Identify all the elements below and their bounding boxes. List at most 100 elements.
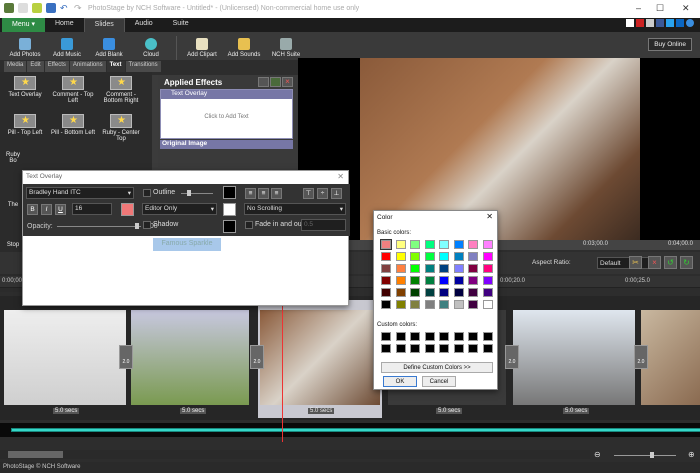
- basic-color-swatch[interactable]: [453, 300, 464, 309]
- buy-online-button[interactable]: Buy Online: [648, 38, 692, 51]
- transition-marker[interactable]: 2.0: [634, 345, 648, 369]
- custom-color-swatch[interactable]: [468, 344, 478, 353]
- custom-color-swatch[interactable]: [381, 332, 391, 341]
- slide-clip[interactable]: [641, 310, 700, 405]
- twitter-icon[interactable]: [666, 19, 674, 27]
- custom-color-swatch[interactable]: [410, 332, 420, 341]
- basic-color-swatch[interactable]: [381, 264, 391, 273]
- custom-color-swatch[interactable]: [453, 332, 464, 341]
- effect-pill-top-left[interactable]: Pill - Top Left: [2, 114, 48, 136]
- basic-color-swatch[interactable]: [439, 288, 449, 297]
- tab-audio[interactable]: Audio: [125, 18, 163, 32]
- basic-color-swatch[interactable]: [424, 276, 435, 285]
- effect-comment-top-left[interactable]: Comment - Top Left: [50, 76, 96, 104]
- outline-checkbox[interactable]: [143, 189, 151, 197]
- fade-duration-input[interactable]: 0.5: [301, 219, 346, 231]
- effect-the[interactable]: The: [2, 202, 24, 208]
- add-photos-button[interactable]: Add Photos: [4, 38, 46, 60]
- scrolling-select[interactable]: No Scrolling ▾: [244, 203, 346, 215]
- shadow-checkbox[interactable]: [143, 221, 151, 229]
- help-icon[interactable]: [686, 19, 694, 27]
- opacity-slider[interactable]: [57, 226, 141, 227]
- zoom-in-icon[interactable]: ⊕: [688, 450, 695, 459]
- rotate-left-icon[interactable]: ↺: [664, 256, 677, 269]
- align-right-icon[interactable]: ≡: [271, 188, 282, 199]
- slide-clip[interactable]: [4, 310, 126, 405]
- transition-marker[interactable]: 2.0: [119, 345, 133, 369]
- zoom-slider[interactable]: [614, 455, 676, 456]
- basic-color-swatch[interactable]: [439, 252, 449, 261]
- basic-color-swatch[interactable]: [410, 240, 420, 249]
- close-button[interactable]: ✕: [682, 3, 690, 14]
- basic-color-swatch[interactable]: [453, 240, 464, 249]
- slide-clip[interactable]: [513, 310, 635, 405]
- basic-color-swatch[interactable]: [395, 288, 406, 297]
- basic-color-swatch[interactable]: [468, 300, 478, 309]
- cancel-button[interactable]: Cancel: [422, 376, 456, 387]
- define-custom-colors-button[interactable]: Define Custom Colors >>: [381, 362, 493, 373]
- basic-color-swatch[interactable]: [439, 264, 449, 273]
- transition-marker[interactable]: 2.0: [250, 345, 264, 369]
- move-effect-icon[interactable]: [258, 77, 269, 87]
- custom-color-swatch[interactable]: [439, 344, 449, 353]
- outline-slider[interactable]: [181, 193, 213, 194]
- tab-home[interactable]: Home: [45, 18, 84, 32]
- italic-button[interactable]: I: [41, 204, 52, 215]
- preview-timeline-ruler[interactable]: 0:03;00.0 0:04;00.0: [298, 240, 700, 250]
- tab-menu[interactable]: Menu ▾: [2, 18, 45, 32]
- basic-color-swatch[interactable]: [381, 288, 391, 297]
- align-left-icon[interactable]: ≡: [245, 188, 256, 199]
- delete-effect-icon[interactable]: ×: [282, 77, 293, 87]
- delete-icon[interactable]: ×: [648, 256, 661, 269]
- opacity-slider-knob[interactable]: [135, 223, 139, 229]
- basic-color-swatch[interactable]: [468, 288, 478, 297]
- text-color-swatch[interactable]: [121, 203, 134, 216]
- ok-button[interactable]: OK: [383, 376, 417, 387]
- zoom-slider-knob[interactable]: [650, 452, 654, 458]
- basic-color-swatch[interactable]: [453, 252, 464, 261]
- basic-color-swatch[interactable]: [439, 300, 449, 309]
- basic-color-swatch[interactable]: [482, 240, 493, 249]
- bold-button[interactable]: B: [27, 204, 38, 215]
- basic-color-swatch[interactable]: [453, 288, 464, 297]
- basic-color-swatch[interactable]: [439, 276, 449, 285]
- basic-color-swatch[interactable]: [468, 264, 478, 273]
- tab-transitions[interactable]: Transitions: [125, 61, 161, 72]
- tab-effects[interactable]: Effects: [44, 61, 69, 72]
- save-icon[interactable]: [46, 3, 56, 13]
- cloud-button[interactable]: Cloud: [130, 38, 172, 60]
- basic-color-swatch[interactable]: [410, 300, 420, 309]
- custom-color-swatch[interactable]: [482, 332, 493, 341]
- outline-color-swatch[interactable]: [223, 186, 236, 199]
- basic-color-swatch[interactable]: [439, 240, 449, 249]
- basic-color-swatch[interactable]: [468, 240, 478, 249]
- custom-color-swatch[interactable]: [482, 344, 493, 353]
- cut-icon[interactable]: ✂: [629, 256, 642, 269]
- add-music-button[interactable]: Add Music: [46, 38, 88, 60]
- basic-color-swatch[interactable]: [395, 252, 406, 261]
- background-color-swatch[interactable]: [223, 203, 236, 216]
- custom-color-swatch[interactable]: [410, 344, 420, 353]
- custom-color-swatch[interactable]: [381, 344, 391, 353]
- text-editor-selection[interactable]: Famous Sparkle: [153, 238, 221, 251]
- redo-icon[interactable]: ↷: [74, 3, 84, 13]
- display-mode-select[interactable]: Editor Only ▾: [142, 203, 217, 215]
- basic-color-swatch[interactable]: [424, 300, 435, 309]
- add-effect-icon[interactable]: [270, 77, 281, 87]
- custom-color-swatch[interactable]: [395, 344, 406, 353]
- add-blank-button[interactable]: Add Blank: [88, 38, 130, 60]
- effect-pill-bottom-left[interactable]: Pill - Bottom Left: [50, 114, 96, 136]
- effect-stop[interactable]: Stop: [2, 242, 24, 248]
- basic-color-swatch[interactable]: [395, 300, 406, 309]
- underline-button[interactable]: U: [55, 204, 66, 215]
- basic-color-swatch[interactable]: [468, 252, 478, 261]
- basic-color-swatch[interactable]: [381, 300, 391, 309]
- basic-color-swatch[interactable]: [381, 276, 391, 285]
- basic-color-swatch[interactable]: [410, 288, 420, 297]
- basic-color-swatch[interactable]: [410, 276, 420, 285]
- font-size-input[interactable]: 16: [72, 203, 112, 215]
- basic-color-swatch[interactable]: [482, 252, 493, 261]
- custom-color-swatch[interactable]: [439, 332, 449, 341]
- transition-marker[interactable]: 2.0: [505, 345, 519, 369]
- align-center-icon[interactable]: ≡: [258, 188, 269, 199]
